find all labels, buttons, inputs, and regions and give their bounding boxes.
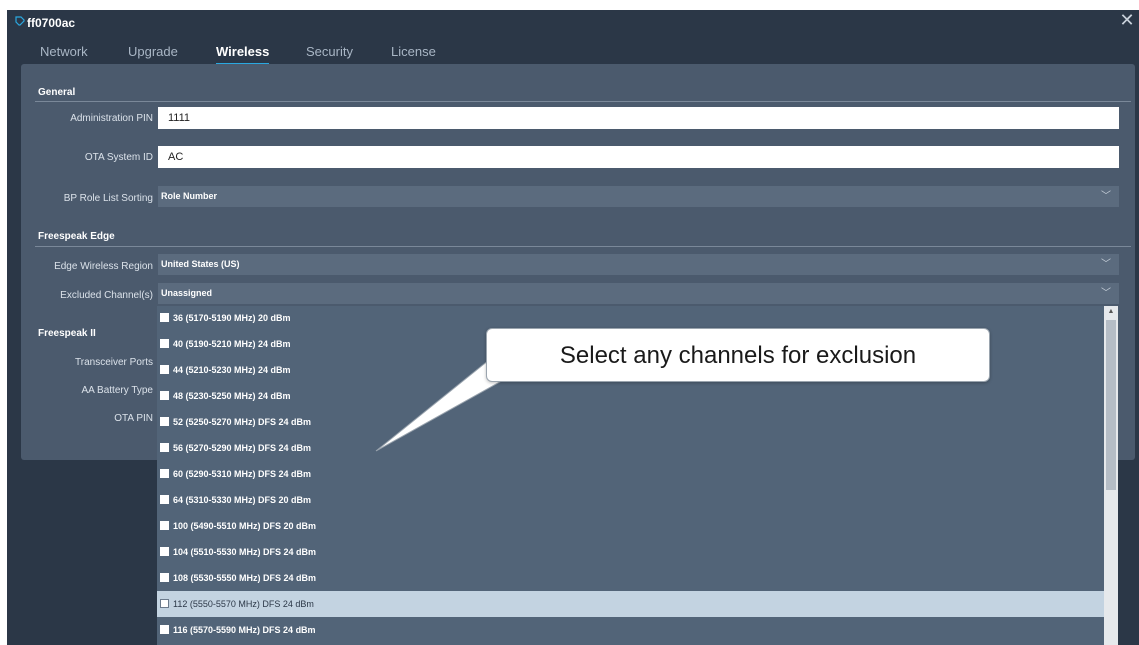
checkbox[interactable] [160,391,169,400]
excluded-channels-select[interactable]: Unassigned ﹀ [158,283,1119,304]
excluded-channels-value: Unassigned [161,288,213,298]
window-title: ff0700ac [27,16,76,30]
tab-license[interactable]: License [391,44,436,59]
checkbox[interactable] [160,521,169,530]
channel-option-label: 112 (5550-5570 MHz) DFS 24 dBm [173,599,314,609]
callout-annotation: Select any channels for exclusion [486,328,990,382]
scroll-up-icon[interactable]: ▲ [1104,306,1118,318]
checkbox[interactable] [160,547,169,556]
checkbox[interactable] [160,625,169,634]
channel-option[interactable]: 52 (5250-5270 MHz) DFS 24 dBm [157,409,1104,435]
tab-upgrade[interactable]: Upgrade [128,44,178,59]
channel-option-label: 36 (5170-5190 MHz) 20 dBm [173,313,291,323]
channel-option[interactable]: 56 (5270-5290 MHz) DFS 24 dBm [157,435,1104,461]
channel-option-label: 52 (5250-5270 MHz) DFS 24 dBm [173,417,312,427]
tab-wireless[interactable]: Wireless [216,44,270,66]
channel-option-label: 64 (5310-5330 MHz) DFS 20 dBm [173,495,312,505]
channel-option-label: 116 (5570-5590 MHz) DFS 24 dBm [173,625,316,635]
checkbox[interactable] [160,443,169,452]
channel-option-label: 100 (5490-5510 MHz) DFS 20 dBm [173,521,317,531]
bp-role-sort-value: Role Number [161,191,218,201]
checkbox[interactable] [160,469,169,478]
section-divider [35,101,1131,102]
channel-option-label: 60 (5290-5310 MHz) DFS 24 dBm [173,469,312,479]
bp-role-sort-label: BP Role List Sorting [63,193,153,204]
channel-option[interactable]: 108 (5530-5550 MHz) DFS 24 dBm [157,565,1104,591]
admin-pin-label: Administration PIN [70,113,153,124]
checkbox[interactable] [160,313,169,322]
title-bar: ff0700ac ✕ [7,10,1139,34]
channel-option-label: 108 (5530-5550 MHz) DFS 24 dBm [173,573,317,583]
checkbox[interactable] [160,417,169,426]
channel-option[interactable]: 100 (5490-5510 MHz) DFS 20 dBm [157,513,1104,539]
ota-system-id-label: OTA System ID [84,152,153,163]
dropdown-scrollbar[interactable]: ▲ ▼ [1104,306,1118,645]
channel-option-label: 40 (5190-5210 MHz) 24 dBm [173,339,291,349]
section-title-freespeak-ii: Freespeak II [38,328,96,339]
bp-role-sort-select[interactable]: Role Number ﹀ [158,186,1119,207]
channel-option-label: 48 (5230-5250 MHz) 24 dBm [173,391,291,401]
admin-pin-input[interactable] [158,107,1119,129]
section-title-freespeak-edge: Freespeak Edge [38,231,115,242]
checkbox[interactable] [160,339,169,348]
checkbox[interactable] [160,365,169,374]
ota-pin-label: OTA PIN [114,413,153,424]
chevron-down-icon: ﹀ [1101,288,1111,299]
close-icon[interactable]: ✕ [1119,11,1135,29]
checkbox[interactable] [160,495,169,504]
edge-region-label: Edge Wireless Region [54,261,153,272]
section-divider [35,246,1131,247]
tab-security[interactable]: Security [306,44,353,59]
transceiver-ports-label: Transceiver Ports [75,357,153,368]
channel-option[interactable]: 48 (5230-5250 MHz) 24 dBm [157,383,1104,409]
channel-option[interactable]: 116 (5570-5590 MHz) DFS 24 dBm [157,617,1104,643]
channel-option-label: 104 (5510-5530 MHz) DFS 24 dBm [173,547,317,557]
tag-icon [15,16,25,26]
excluded-channels-label: Excluded Channel(s) [60,290,153,301]
tab-network[interactable]: Network [40,44,88,59]
channel-option[interactable]: 104 (5510-5530 MHz) DFS 24 dBm [157,539,1104,565]
checkbox[interactable] [160,599,169,608]
tab-wireless-label: Wireless [216,44,270,59]
channel-option-highlighted[interactable]: 112 (5550-5570 MHz) DFS 24 dBm [157,591,1104,617]
chevron-down-icon: ﹀ [1101,259,1111,270]
battery-type-label: AA Battery Type [81,385,153,396]
channel-option-label: 56 (5270-5290 MHz) DFS 24 dBm [173,443,312,453]
checkbox[interactable] [160,573,169,582]
channel-option[interactable]: 64 (5310-5330 MHz) DFS 20 dBm [157,487,1104,513]
edge-region-select[interactable]: United States (US) ﹀ [158,254,1119,275]
chevron-down-icon: ﹀ [1101,191,1111,202]
channel-option-label: 44 (5210-5230 MHz) 24 dBm [173,365,291,375]
callout-text: Select any channels for exclusion [559,342,917,369]
edge-region-value: United States (US) [161,259,240,269]
ota-system-id-input[interactable] [158,146,1119,168]
scrollbar-thumb[interactable] [1106,320,1116,490]
channel-option[interactable]: 60 (5290-5310 MHz) DFS 24 dBm [157,461,1104,487]
section-title-general: General [38,87,76,98]
